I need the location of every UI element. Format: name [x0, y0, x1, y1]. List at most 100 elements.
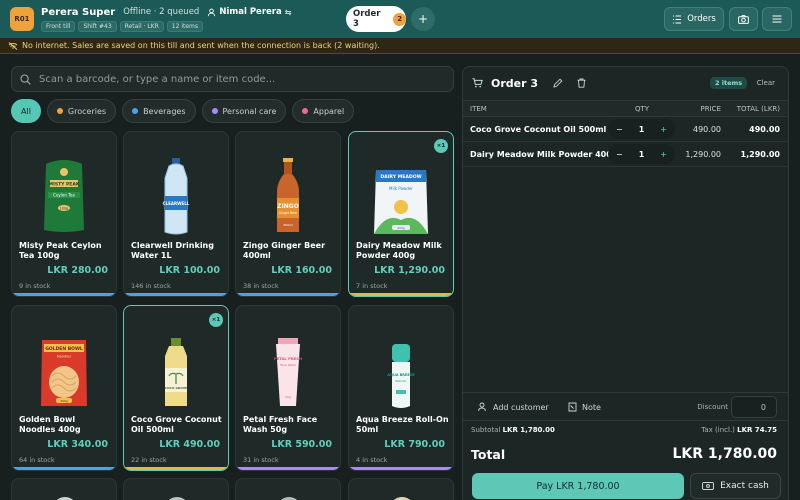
category-strip: [236, 467, 340, 470]
subtotal-label: Subtotal: [471, 426, 501, 434]
svg-text:400g: 400g: [60, 399, 68, 403]
list-icon: [672, 14, 682, 24]
order-table-header: ITEM QTY PRICE TOTAL (LKR): [463, 100, 788, 117]
product-price: LKR 340.00: [47, 439, 108, 450]
product-card-golden-bowl-noodles[interactable]: GOLDEN BOWL Noodles 400g Golden Bowl Noo…: [11, 305, 117, 471]
product-image: CLEARWELL: [124, 132, 228, 237]
trash-icon[interactable]: [577, 78, 586, 88]
svg-text:Milk Powder: Milk Powder: [389, 186, 413, 191]
category-apparel[interactable]: Apparel: [292, 99, 355, 123]
order-title: Order 3: [491, 76, 539, 90]
svg-text:AQUA BREEZE: AQUA BREEZE: [387, 373, 415, 377]
product-stock: 31 in stock: [243, 456, 279, 464]
clear-order-button[interactable]: Clear: [757, 79, 775, 87]
product-card[interactable]: [348, 478, 454, 500]
line-total: 1,290.00: [740, 150, 780, 159]
product-price: LKR 590.00: [271, 439, 332, 450]
product-card-coco-grove-coconut-oil[interactable]: COCO GROVE ×1 Coco Grove Coconut Oil 500…: [123, 305, 229, 471]
category-strip: [124, 467, 228, 470]
chip-till: Front till: [41, 20, 76, 32]
connection-status: Offline · 2 queued: [123, 7, 200, 17]
product-card-zingo-ginger-beer[interactable]: ZINGO Ginger Beer 400ml Zingo Ginger Bee…: [235, 131, 341, 297]
exact-cash-button[interactable]: Exact cash: [690, 473, 781, 499]
category-strip: [12, 293, 116, 296]
product-image: GOLDEN BOWL Noodles 400g: [12, 306, 116, 411]
svg-text:100g: 100g: [60, 206, 68, 210]
tab-order-3[interactable]: Order 3 2: [346, 6, 406, 32]
pay-button[interactable]: Pay LKR 1,780.00: [472, 473, 684, 499]
product-price: LKR 790.00: [384, 439, 445, 450]
product-name: Misty Peak Ceylon Tea 100g: [19, 241, 102, 260]
column-price: PRICE: [700, 105, 721, 113]
svg-text:50g: 50g: [285, 395, 291, 399]
search-icon: [20, 73, 31, 85]
category-strip: [236, 293, 340, 296]
product-card-misty-peak-tea[interactable]: MISTY PEAK Ceylon Tea 100g Misty Peak Ce…: [11, 131, 117, 297]
product-card[interactable]: [123, 478, 229, 500]
svg-text:400g: 400g: [397, 226, 405, 230]
line-qty[interactable]: 1: [639, 150, 645, 159]
svg-text:Noodles: Noodles: [57, 355, 71, 359]
svg-text:400ml: 400ml: [283, 223, 293, 227]
tax-label: Tax (incl.): [701, 426, 735, 434]
category-beverages[interactable]: Beverages: [122, 99, 196, 123]
product-card[interactable]: [235, 478, 341, 500]
user-plus-icon: [478, 402, 488, 412]
svg-text:ZINGO: ZINGO: [277, 203, 299, 210]
camera-button[interactable]: [729, 7, 758, 31]
order-actions: Add customer Note Discount 0: [463, 392, 788, 420]
brand-row: Perera Super Offline · 2 queued Nimal Pe…: [41, 7, 291, 18]
product-stock: 9 in stock: [19, 282, 51, 290]
add-customer-button[interactable]: Add customer: [478, 402, 549, 412]
in-cart-badge: ×1: [209, 313, 223, 327]
menu-button[interactable]: [762, 7, 792, 31]
note-button[interactable]: Note: [568, 402, 601, 412]
category-groceries[interactable]: Groceries: [46, 99, 117, 123]
store-logo: R01: [10, 7, 34, 31]
product-card[interactable]: [11, 478, 117, 500]
product-image: PETAL FRESH Face Wash 50g: [236, 306, 340, 411]
new-order-button[interactable]: +: [411, 7, 435, 31]
svg-text:DAIRY MEADOW: DAIRY MEADOW: [380, 174, 421, 180]
wifi-off-icon: [8, 41, 18, 50]
orders-button[interactable]: Orders: [664, 7, 724, 31]
product-stock: 22 in stock: [131, 456, 167, 464]
user-icon: [207, 8, 216, 17]
category-all[interactable]: All: [11, 99, 41, 123]
category-dot: [132, 108, 139, 114]
product-card-aqua-breeze-roll-on[interactable]: AQUA BREEZE Roll-On Aqua Breeze Roll-On …: [348, 305, 454, 471]
subtotal: Subtotal LKR 1,780.00: [471, 426, 555, 434]
category-dot: [302, 108, 309, 114]
chip-item-count: 12 items: [166, 20, 204, 32]
product-card-petal-fresh-face-wash[interactable]: PETAL FRESH Face Wash 50g Petal Fresh Fa…: [235, 305, 341, 471]
tax-value: LKR 74.75: [737, 426, 777, 434]
category-label: All: [21, 106, 31, 116]
user-name: Nimal Perera: [219, 7, 282, 17]
tab-count-badge: 2: [393, 12, 406, 26]
product-name: Coco Grove Coconut Oil 500ml: [131, 415, 222, 434]
category-strip: [349, 467, 453, 470]
svg-text:Roll-On: Roll-On: [396, 379, 407, 383]
product-price: LKR 100.00: [159, 265, 220, 276]
increment-button[interactable]: +: [660, 125, 667, 134]
product-card-clearwell-water[interactable]: CLEARWELL Clearwell Drinking Water 1L LK…: [123, 131, 229, 297]
category-strip: [124, 293, 228, 296]
product-name: Golden Bowl Noodles 400g: [19, 415, 81, 434]
search-input[interactable]: [39, 73, 439, 85]
session-chips: Front till Shift #43 Retail · LKR 12 ite…: [41, 20, 291, 32]
decrement-button[interactable]: −: [616, 150, 623, 159]
offline-message: No internet. Sales are saved on this til…: [22, 41, 380, 50]
increment-button[interactable]: +: [660, 150, 667, 159]
add-customer-label: Add customer: [493, 402, 549, 412]
product-card-dairy-meadow-milk-powder[interactable]: DAIRY MEADOW Milk Powder 400g ×1 Dairy M…: [348, 131, 454, 297]
decrement-button[interactable]: −: [616, 125, 623, 134]
discount-input[interactable]: 0: [731, 396, 777, 418]
user-switcher[interactable]: Nimal Perera ⇆: [207, 7, 291, 17]
edit-icon[interactable]: [553, 78, 563, 88]
line-qty[interactable]: 1: [639, 125, 645, 134]
order-line: Coco Grove Coconut Oil 500ml − 1 + 490.0…: [463, 117, 788, 142]
category-personal-care[interactable]: Personal care: [201, 99, 287, 123]
line-price: 1,290.00: [685, 150, 721, 159]
product-stock: 146 in stock: [131, 282, 171, 290]
column-qty: QTY: [635, 105, 650, 113]
